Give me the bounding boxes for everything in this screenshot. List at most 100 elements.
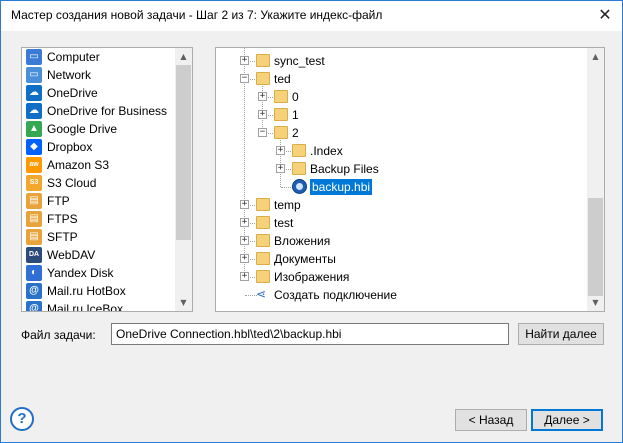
tree-item-label: 0 xyxy=(292,90,299,104)
ftp-icon: ▤ xyxy=(26,193,42,209)
expand-icon[interactable]: + xyxy=(240,236,249,245)
tree-item-label: Документы xyxy=(274,252,336,266)
tree-folder[interactable]: − ted xyxy=(216,70,586,88)
storage-item-webdav[interactable]: DA WebDAV xyxy=(22,246,175,264)
storage-list-scrollbar[interactable]: ▲ ▼ xyxy=(175,48,192,311)
storage-item-label: OneDrive xyxy=(47,86,98,100)
tree-folder[interactable]: + Backup Files xyxy=(216,160,586,178)
tree-item-label: test xyxy=(274,216,294,230)
storage-item-label: Google Drive xyxy=(47,122,118,136)
folder-icon xyxy=(256,72,270,85)
scroll-thumb[interactable] xyxy=(588,198,603,296)
tree-folder[interactable]: + test xyxy=(216,214,586,232)
computer-icon: ▭ xyxy=(26,49,42,65)
ftps-icon: ▤ xyxy=(26,211,42,227)
back-button[interactable]: < Назад xyxy=(455,409,527,431)
backup-file-icon xyxy=(292,179,307,194)
wizard-body: ▭ Computer ▭ Network ☁ OneDrive ☁ OneDrive for … xyxy=(1,31,622,442)
expand-icon[interactable]: + xyxy=(240,218,249,227)
folder-tree[interactable]: + sync_test − ted +0 +1−2 + .Index + Backup Files… xyxy=(215,47,605,312)
task-file-input[interactable]: OneDrive Connection.hbl\ted\2\backup.hbi xyxy=(111,323,509,345)
tree-item-label: 2 xyxy=(292,126,299,140)
tree-folder[interactable]: + Вложения xyxy=(216,232,586,250)
expand-icon[interactable]: + xyxy=(258,92,267,101)
dropbox-icon: ◆ xyxy=(26,139,42,155)
storage-item-network[interactable]: ▭ Network xyxy=(22,66,175,84)
scroll-up-icon[interactable]: ▲ xyxy=(587,48,604,65)
scroll-down-icon[interactable]: ▼ xyxy=(175,294,192,311)
find-next-button[interactable]: Найти далее xyxy=(518,323,604,345)
webdav-icon: DA xyxy=(26,247,42,263)
next-button[interactable]: Далее > xyxy=(531,409,603,431)
storage-item-amazon-s3[interactable]: aw Amazon S3 xyxy=(22,156,175,174)
tree-item-label: ted xyxy=(274,72,291,86)
storage-item-label: Mail.ru HotBox xyxy=(47,284,126,298)
folder-icon xyxy=(256,216,270,229)
scroll-thumb[interactable] xyxy=(176,65,191,240)
storage-item-s3-cloud[interactable]: S3 S3 Cloud xyxy=(22,174,175,192)
storage-item-mail-ru-hotbox[interactable]: @ Mail.ru HotBox xyxy=(22,282,175,300)
tree-folder[interactable]: +0 xyxy=(216,88,586,106)
storage-list[interactable]: ▭ Computer ▭ Network ☁ OneDrive ☁ OneDrive for … xyxy=(21,47,193,312)
storage-item-label: FTP xyxy=(47,194,70,208)
tree-file[interactable]: backup.hbi xyxy=(216,178,586,196)
sftp-icon: ▤ xyxy=(26,229,42,245)
onedrive-business-icon: ☁ xyxy=(26,103,42,119)
share-icon: ⋖ xyxy=(256,287,267,301)
scroll-down-icon[interactable]: ▼ xyxy=(587,294,604,311)
storage-item-computer[interactable]: ▭ Computer xyxy=(22,48,175,66)
storage-item-google-drive[interactable]: ▲ Google Drive xyxy=(22,120,175,138)
expand-icon[interactable]: + xyxy=(240,56,249,65)
tree-folder[interactable]: −2 xyxy=(216,124,586,142)
expand-icon[interactable]: + xyxy=(240,272,249,281)
storage-item-ftps[interactable]: ▤ FTPS xyxy=(22,210,175,228)
folder-icon xyxy=(292,144,306,157)
expand-icon[interactable]: + xyxy=(276,164,285,173)
tree-folder[interactable]: + sync_test xyxy=(216,52,586,70)
folder-icon xyxy=(256,270,270,283)
tree-folder[interactable]: + temp xyxy=(216,196,586,214)
storage-item-label: Amazon S3 xyxy=(47,158,110,172)
amazon-s3-icon: aw xyxy=(26,157,42,173)
tree-folder[interactable]: + Изображения xyxy=(216,268,586,286)
storage-item-label: Yandex Disk xyxy=(47,266,114,280)
close-icon[interactable]: ✕ xyxy=(592,3,618,27)
storage-item-label: S3 Cloud xyxy=(47,176,97,190)
task-file-label: Файл задачи: xyxy=(21,328,96,342)
onedrive-icon: ☁ xyxy=(26,85,42,101)
expand-icon[interactable]: + xyxy=(276,146,285,155)
folder-icon xyxy=(274,126,288,139)
storage-item-ftp[interactable]: ▤ FTP xyxy=(22,192,175,210)
storage-item-onedrive[interactable]: ☁ OneDrive xyxy=(22,84,175,102)
tree-folder[interactable]: + Документы xyxy=(216,250,586,268)
folder-icon xyxy=(274,108,288,121)
tree-item-label: Изображения xyxy=(274,270,350,284)
collapse-icon[interactable]: − xyxy=(258,128,267,137)
mailru-icebox-icon: @ xyxy=(26,301,42,311)
storage-item-label: Mail.ru IceBox xyxy=(47,302,124,312)
tree-folder[interactable]: +1 xyxy=(216,106,586,124)
collapse-icon[interactable]: − xyxy=(240,74,249,83)
folder-icon xyxy=(292,162,306,175)
expand-icon[interactable]: + xyxy=(240,200,249,209)
create-connection-item[interactable]: ⋖ Создать подключение xyxy=(216,286,586,304)
storage-item-sftp[interactable]: ▤ SFTP xyxy=(22,228,175,246)
tree-item-label: Создать подключение xyxy=(274,288,397,302)
storage-item-onedrive-for-business[interactable]: ☁ OneDrive for Business xyxy=(22,102,175,120)
folder-icon xyxy=(256,54,270,67)
help-icon[interactable]: ? xyxy=(10,407,34,431)
folder-icon xyxy=(274,90,288,103)
tree-item-label: sync_test xyxy=(274,54,325,68)
storage-item-dropbox[interactable]: ◆ Dropbox xyxy=(22,138,175,156)
tree-item-label: Backup Files xyxy=(310,162,379,176)
window-title: Мастер создания новой задачи - Шаг 2 из … xyxy=(11,8,383,22)
scroll-up-icon[interactable]: ▲ xyxy=(175,48,192,65)
storage-item-mail-ru-icebox[interactable]: @ Mail.ru IceBox xyxy=(22,300,175,312)
tree-item-label: backup.hbi xyxy=(310,179,373,195)
folder-tree-scrollbar[interactable]: ▲ ▼ xyxy=(587,48,604,311)
expand-icon[interactable]: + xyxy=(240,254,249,263)
storage-item-label: Dropbox xyxy=(47,140,93,154)
storage-item-yandex-disk[interactable]: ◐ Yandex Disk xyxy=(22,264,175,282)
tree-folder[interactable]: + .Index xyxy=(216,142,586,160)
expand-icon[interactable]: + xyxy=(258,110,267,119)
